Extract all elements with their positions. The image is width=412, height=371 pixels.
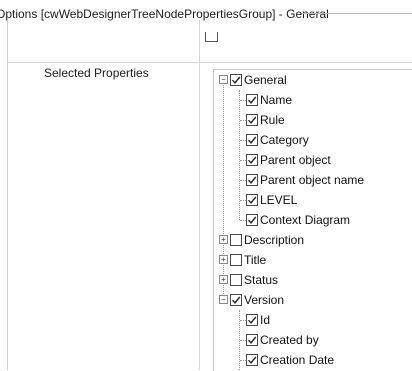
tree-connector (223, 80, 224, 300)
tree-node-label: LEVEL (260, 193, 298, 207)
tree-node-label: Version (244, 293, 285, 307)
checkbox-version[interactable] (230, 294, 242, 306)
checkbox-creation-date[interactable] (246, 354, 258, 366)
tree-node-label: General (244, 73, 287, 87)
tree-node-label: Category (260, 133, 309, 147)
tree-node-id[interactable]: Id (246, 310, 270, 330)
tree-node-label: Id (260, 313, 271, 327)
checkbox-title[interactable] (230, 254, 242, 266)
tree-node-creation-date[interactable]: Creation Date (246, 350, 334, 370)
group-title: Options [cwWebDesignerTreeNodeProperties… (0, 7, 329, 21)
tree-node-label: Context Diagram (260, 213, 351, 227)
tree-node-label: Parent object name (260, 173, 365, 187)
checkbox-general[interactable] (230, 74, 242, 86)
tree-node-general[interactable]: General (230, 70, 287, 90)
tree-node-label: Title (244, 253, 267, 267)
checkbox-rule[interactable] (246, 114, 258, 126)
tree-node-level[interactable]: LEVEL (246, 190, 297, 210)
selected-properties-label: Selected Properties (44, 66, 149, 80)
option-checkbox[interactable] (205, 32, 218, 42)
tree-node-created-by[interactable]: Created by (246, 330, 319, 350)
checkbox-category[interactable] (246, 134, 258, 146)
header-divider (302, 13, 412, 14)
expand-status-icon[interactable]: + (219, 275, 228, 284)
checkbox-status[interactable] (230, 274, 242, 286)
group-box-border (7, 20, 8, 370)
tree-node-label: Description (244, 233, 305, 247)
tree-node-parent-object-name[interactable]: Parent object name (246, 170, 364, 190)
tree-node-title[interactable]: Title (230, 250, 266, 270)
tree-node-label: Status (244, 273, 279, 287)
tree-node-label: Parent object (260, 153, 331, 167)
checkbox-context-diagram[interactable] (246, 214, 258, 226)
tree-node-label: Name (260, 93, 293, 107)
tree-node-category[interactable]: Category (246, 130, 309, 150)
checkbox-id[interactable] (246, 314, 258, 326)
checkbox-created-by[interactable] (246, 334, 258, 346)
column-divider (199, 20, 200, 370)
expand-description-icon[interactable]: + (219, 235, 228, 244)
tree-node-context-diagram[interactable]: Context Diagram (246, 210, 350, 230)
checkbox-parent-object[interactable] (246, 154, 258, 166)
tree-node-label: Creation Date (260, 353, 335, 367)
tree-node-parent-object[interactable]: Parent object (246, 150, 331, 170)
tree-node-rule[interactable]: Rule (246, 110, 285, 130)
tree-node-description[interactable]: Description (230, 230, 304, 250)
row-separator (7, 62, 412, 63)
checkbox-description[interactable] (230, 234, 242, 246)
tree-node-label: Rule (260, 113, 285, 127)
tree-node-name[interactable]: Name (246, 90, 292, 110)
checkbox-name[interactable] (246, 94, 258, 106)
tree-node-status[interactable]: Status (230, 270, 278, 290)
checkbox-level[interactable] (246, 194, 258, 206)
checkbox-parent-object-name[interactable] (246, 174, 258, 186)
collapse-general-icon[interactable]: − (219, 75, 228, 84)
collapse-version-icon[interactable]: − (219, 295, 228, 304)
properties-tree[interactable]: − General Name Rule Category Parent obje… (213, 69, 412, 371)
tree-node-version[interactable]: Version (230, 290, 284, 310)
options-group-header: Options [cwWebDesignerTreeNodeProperties… (0, 0, 412, 22)
tree-node-label: Created by (260, 333, 319, 347)
expand-title-icon[interactable]: + (219, 255, 228, 264)
